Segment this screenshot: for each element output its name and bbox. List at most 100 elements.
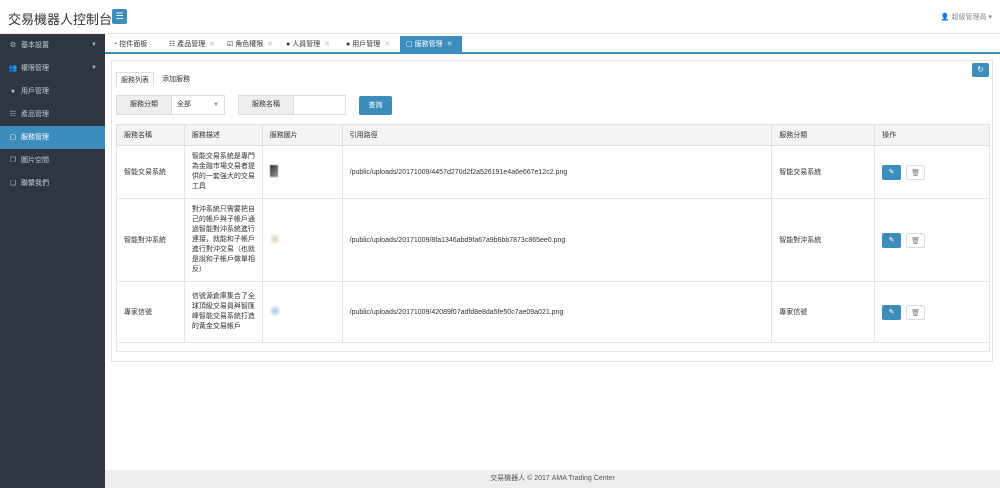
column-header: 服務名稱 (116, 124, 185, 146)
close-icon[interactable]: ✕ (447, 41, 453, 48)
category-select-value: 全部 (177, 101, 191, 108)
service-category: 智能對沖系統 (771, 198, 876, 282)
user-icon: ● (286, 41, 291, 48)
table-row: 智能交易系統 智能交易系統是專門為金融市場交易者提供的一套強大的交易工具 /pu… (116, 145, 990, 199)
user-icon: ● (346, 41, 351, 48)
tab-services[interactable]: ▢ 服務管理 ✕ (400, 36, 462, 54)
tab-label: 角色權限 (235, 41, 264, 48)
edit-button[interactable]: ✎ (882, 232, 902, 248)
user-name: 超級管理員 (951, 14, 987, 21)
service-thumbnail[interactable] (269, 165, 278, 177)
tab-users[interactable]: ● 用戶管理 ✕ (340, 36, 390, 54)
delete-button[interactable]: 🗑 (906, 164, 926, 180)
user-icon: ● (10, 88, 16, 95)
file-icon: ▢ (9, 134, 17, 141)
service-path: /public/uploads/20171009/4457d270d2f2a52… (341, 145, 773, 199)
table-row: 智能對沖系統 對沖系統只需要把自己的帳戶與子帳戶通過智能對沖系統進行連接，就能和… (116, 198, 990, 282)
dashboard-icon: ◔ (113, 41, 118, 48)
edit-button[interactable]: ✎ (882, 164, 902, 180)
sidebar-item-label: 服務管理 (21, 134, 49, 141)
delete-button[interactable]: 🗑 (906, 232, 926, 248)
user-icon: 👤 (940, 14, 950, 21)
tab-service-list[interactable]: 服務列表 (116, 72, 154, 87)
menu-icon[interactable]: ☰ (112, 9, 127, 24)
service-description: 對沖系統只需要把自己的帳戶與子帳戶通過智能對沖系統進行連接，就能和子帳戶進行對沖… (183, 198, 263, 282)
name-input[interactable] (294, 96, 345, 114)
service-name: 智能交易系統 (116, 145, 185, 199)
tab-add-service[interactable]: 添加服務 (162, 72, 190, 87)
pencil-icon: ✎ (888, 308, 895, 316)
sidebar-item-label: 產品管理 (21, 111, 49, 118)
cogs-icon: ⚙ (9, 42, 17, 49)
service-description: 信號源倉庫集合了全球頂級交易員與智匯峰智能交易系統打造的黃金交易帳戶 (183, 281, 263, 343)
sidebar-item-label: 用戶管理 (21, 88, 49, 95)
users-icon: 👥 (8, 65, 18, 72)
close-icon[interactable]: ✕ (384, 41, 390, 48)
sidebar-item-permissions[interactable]: 👥 權限管理 ▼ (0, 57, 105, 80)
actions-cell: ✎ 🗑 (874, 198, 990, 282)
category-filter: 服務分類 全部 ▼ (116, 95, 225, 115)
service-thumbnail[interactable] (269, 234, 280, 244)
services-table: 服務名稱 服務描述 服務圖片 引用路徑 服務分類 操作 智能交易系統 智能交易系… (116, 124, 990, 352)
service-category: 智能交易系統 (771, 145, 876, 199)
sidebar-item-contact[interactable]: ❏ 聯繫我們 (0, 172, 105, 195)
sliders-icon: ☷ (9, 111, 17, 118)
tab-label: 服務管理 (414, 41, 443, 48)
pencil-icon: ✎ (888, 236, 895, 244)
user-menu[interactable]: 👤 超級管理員 ▾ (941, 12, 992, 22)
top-header: 交易機器人控制台 ☰ 👤 超級管理員 ▾ (0, 0, 1000, 34)
tab-products[interactable]: ☷ 產品管理 ✕ (163, 36, 215, 54)
sidebar-item-label: 聯繫我們 (21, 180, 49, 187)
column-header: 服務描述 (183, 124, 263, 146)
actions-cell: ✎ 🗑 (874, 145, 990, 199)
close-icon[interactable]: ✕ (267, 41, 273, 48)
column-header: 引用路徑 (341, 124, 773, 146)
service-name: 專家信號 (116, 281, 185, 343)
service-image-cell (261, 198, 343, 282)
tab-label: 人員管理 (292, 41, 321, 48)
close-icon[interactable]: ✕ (209, 41, 215, 48)
sidebar-item-label: 權限管理 (21, 65, 49, 72)
sidebar-item-label: 圖片空間 (21, 157, 49, 164)
chevron-down-icon: ▾ (988, 14, 992, 21)
category-select[interactable]: 全部 ▼ (172, 96, 224, 114)
table-row: 專家信號 信號源倉庫集合了全球頂級交易員與智匯峰智能交易系統打造的黃金交易帳戶 … (116, 281, 990, 343)
tab-bar: ◔ 控件面板 ☷ 產品管理 ✕ ☑ 角色權限 ✕ ● 人員管理 ✕ ● 用戶管理 ✕ ▢ 服務管理 ✕ (105, 34, 1000, 54)
sidebar-item-label: 基本設置 (21, 42, 49, 49)
pencil-icon: ✎ (888, 168, 895, 176)
sidebar-item-services[interactable]: ▢ 服務管理 (0, 126, 105, 149)
sidebar-item-products[interactable]: ☷ 產品管理 (0, 103, 105, 126)
column-header: 服務圖片 (261, 124, 343, 146)
images-icon: ❐ (9, 157, 17, 164)
trash-icon: 🗑 (911, 169, 921, 177)
service-category: 專家信號 (771, 281, 876, 343)
service-image-cell (261, 145, 343, 199)
service-image-cell (261, 281, 343, 343)
service-thumbnail[interactable] (269, 305, 280, 317)
tab-dashboard[interactable]: ◔ 控件面板 (107, 36, 147, 54)
refresh-icon[interactable]: ↻ (972, 63, 989, 77)
delete-button[interactable]: 🗑 (906, 304, 926, 320)
name-label: 服務名稱 (239, 96, 294, 114)
query-button[interactable]: 查詢 (359, 96, 392, 115)
tab-roles[interactable]: ☑ 角色權限 ✕ (221, 36, 273, 54)
name-filter: 服務名稱 (238, 95, 346, 115)
sliders-icon: ☷ (169, 41, 176, 48)
service-description: 智能交易系統是專門為金融市場交易者提供的一套強大的交易工具 (183, 145, 263, 199)
copy-icon: ❏ (9, 180, 17, 187)
edit-button[interactable]: ✎ (882, 304, 902, 320)
sidebar-item-users[interactable]: ● 用戶管理 (0, 80, 105, 103)
tab-label: 控件面板 (119, 41, 148, 48)
table-header-row: 服務名稱 服務描述 服務圖片 引用路徑 服務分類 操作 (116, 124, 990, 146)
tab-staff[interactable]: ● 人員管理 ✕ (280, 36, 330, 54)
check-square-icon: ☑ (227, 41, 234, 48)
sidebar: ⚙ 基本設置 ▼ 👥 權限管理 ▼ ● 用戶管理 ☷ 產品管理 ▢ 服務管理 ❐ 圖片空間 … (0, 34, 105, 488)
close-icon[interactable]: ✕ (324, 41, 330, 48)
sidebar-item-basic-settings[interactable]: ⚙ 基本設置 ▼ (0, 34, 105, 57)
trash-icon: 🗑 (911, 237, 921, 245)
page-footer: 交易機器人 © 2017 AMA Trading Center (105, 470, 1000, 488)
tab-label: 用戶管理 (352, 41, 381, 48)
sidebar-item-images[interactable]: ❐ 圖片空間 (0, 149, 105, 172)
chevron-down-icon: ▼ (213, 102, 219, 108)
actions-cell: ✎ 🗑 (874, 281, 990, 343)
